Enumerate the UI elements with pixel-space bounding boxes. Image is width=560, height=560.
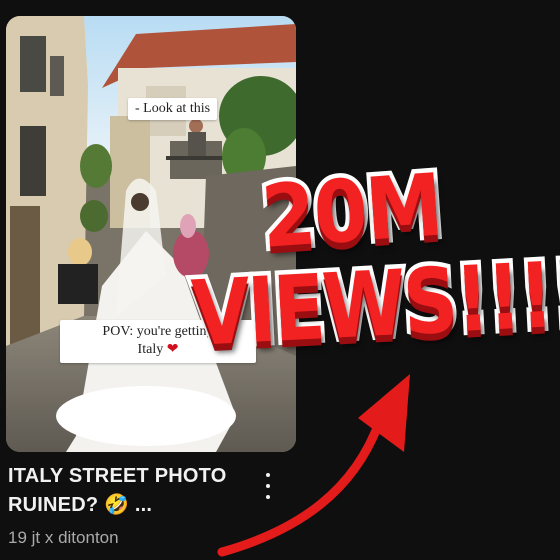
- video-title[interactable]: ITALY STREET PHOTO RUINED? 🤣 ...: [8, 462, 248, 520]
- view-count: 19 jt x ditonton: [8, 528, 119, 547]
- video-thumbnail[interactable]: - Look at this POV: you're getting Italy…: [6, 16, 296, 452]
- heart-icon: ❤: [166, 342, 179, 357]
- headline-line2: VIEWS!!!!: [185, 237, 560, 371]
- more-vert-icon[interactable]: [258, 473, 278, 499]
- overlay-caption-top: - Look at this: [128, 98, 218, 120]
- thumbnail-image: [6, 16, 296, 452]
